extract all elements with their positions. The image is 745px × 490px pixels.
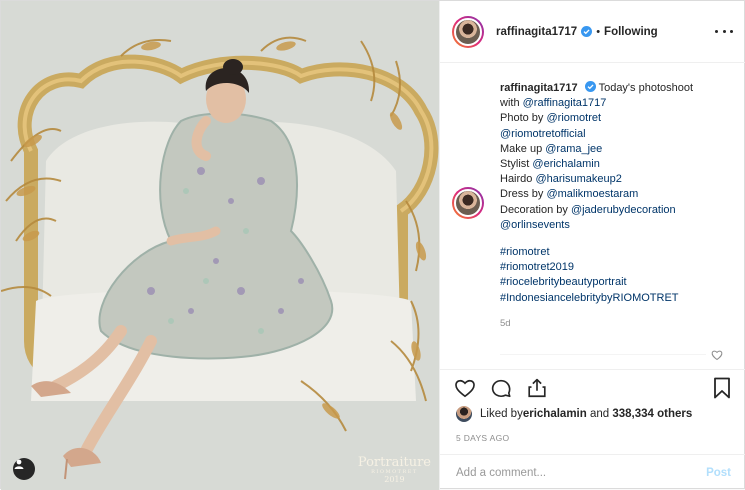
likes-count[interactable]: 338,334 others bbox=[612, 408, 692, 420]
watermark-year: 2019 bbox=[384, 475, 405, 484]
add-comment-bar: Post bbox=[440, 454, 745, 490]
hashtag-link[interactable]: #IndonesiancelebritybyRIOMOTRET bbox=[500, 291, 740, 306]
comment-input[interactable] bbox=[456, 466, 707, 479]
caption-line-with: with @raffinagita1717 bbox=[500, 96, 740, 111]
likes-prefix: Liked by bbox=[480, 408, 523, 420]
mention-link[interactable]: @jaderubydecoration bbox=[571, 204, 676, 216]
mention-link[interactable]: @rama_jee bbox=[545, 143, 602, 155]
mention-link[interactable]: @raffinagita1717 bbox=[523, 97, 607, 109]
caption-line-hairdo: Hairdo @harisumakeup2 bbox=[500, 172, 740, 187]
caption-line-photo: Photo by @riomotret bbox=[500, 111, 740, 126]
mention-link[interactable]: @malikmoestaram bbox=[546, 188, 638, 200]
mention-link[interactable]: @harisumakeup2 bbox=[535, 173, 621, 185]
action-icons bbox=[454, 377, 548, 401]
caption-line-decoration: Decoration by @jaderubydecoration bbox=[500, 203, 740, 218]
photo-illustration bbox=[1, 1, 439, 490]
liker-avatar[interactable] bbox=[456, 406, 472, 422]
following-button[interactable]: Following bbox=[604, 26, 658, 38]
post-actions: Liked by erichalamin and 338,334 others … bbox=[440, 369, 745, 463]
bookmark-icon[interactable] bbox=[713, 377, 731, 399]
caption-gap bbox=[500, 233, 740, 245]
post-photo[interactable]: Portraiture RIOMOTRET 2019 bbox=[1, 1, 439, 490]
caption-line-makeup: Make up @rama_jee bbox=[500, 142, 740, 157]
instagram-post: Portraiture RIOMOTRET 2019 raffinagita17… bbox=[0, 0, 745, 490]
comment-icon[interactable] bbox=[490, 377, 512, 399]
caption-prefix: Dress by bbox=[500, 188, 547, 201]
comment-placeholder-line bbox=[500, 341, 706, 355]
caption-line-decoration-2: @orlinsevents bbox=[500, 218, 740, 233]
caption-avatar[interactable] bbox=[452, 187, 484, 219]
post-comment-button[interactable]: Post bbox=[706, 467, 731, 479]
caption-prefix: with bbox=[500, 97, 523, 110]
mention-link[interactable]: @riomotret bbox=[546, 112, 601, 124]
post-side-panel: raffinagita1717 • Following raffinagita1… bbox=[439, 1, 745, 490]
caption-prefix: Photo by bbox=[500, 112, 547, 125]
hashtag-link[interactable]: #riomotret2019 bbox=[500, 260, 740, 275]
caption-username[interactable]: raffinagita1717 bbox=[500, 82, 578, 94]
verified-badge-icon bbox=[584, 81, 596, 92]
mention-link[interactable]: @riomotretofficial bbox=[500, 128, 586, 140]
caption-age[interactable]: 5d bbox=[500, 316, 740, 331]
watermark-main: Portraiture bbox=[357, 455, 431, 470]
share-icon[interactable] bbox=[526, 377, 548, 399]
caption-line-stylist: Stylist @erichalamin bbox=[500, 157, 740, 172]
header-username[interactable]: raffinagita1717 bbox=[496, 26, 577, 38]
author-avatar[interactable] bbox=[452, 15, 484, 48]
post-timestamp[interactable]: 5 DAYS AGO bbox=[456, 433, 509, 443]
user-tag-icon[interactable] bbox=[13, 458, 35, 480]
caption-line-1: raffinagita1717 Today's photoshoot bbox=[500, 81, 740, 96]
caption-prefix: Make up bbox=[500, 142, 546, 155]
mention-link[interactable]: @erichalamin bbox=[532, 158, 599, 170]
comment-heart-icon[interactable] bbox=[711, 349, 723, 361]
caption-prefix: Stylist bbox=[500, 158, 533, 171]
caption-text-first: Today's photoshoot bbox=[598, 82, 694, 94]
liker-username[interactable]: erichalamin bbox=[523, 408, 587, 420]
hashtag-link[interactable]: #riocelebritybeautyportrait bbox=[500, 275, 740, 290]
verified-badge-icon bbox=[581, 26, 593, 37]
post-header: raffinagita1717 • Following bbox=[440, 1, 745, 63]
more-options-icon[interactable] bbox=[715, 23, 733, 39]
comments-section: raffinagita1717 Today's photoshoot with … bbox=[440, 63, 745, 369]
caption-line-photo-2: @riomotretofficial bbox=[500, 127, 740, 142]
photo-watermark: Portraiture RIOMOTRET 2019 bbox=[358, 456, 431, 484]
caption-line-dress: Dress by @malikmoestaram bbox=[500, 187, 740, 202]
hashtag-link[interactable]: #riomotret bbox=[500, 245, 740, 260]
caption-prefix: Decoration by bbox=[500, 203, 571, 216]
likes-summary: Liked by erichalamin and 338,334 others bbox=[456, 406, 692, 422]
mention-link[interactable]: @orlinsevents bbox=[500, 219, 570, 231]
caption-prefix: Hairdo bbox=[500, 173, 536, 186]
header-separator: • bbox=[596, 25, 601, 38]
heart-icon[interactable] bbox=[454, 377, 476, 399]
caption: raffinagita1717 Today's photoshoot with … bbox=[500, 81, 740, 331]
likes-middle: and bbox=[586, 408, 613, 420]
